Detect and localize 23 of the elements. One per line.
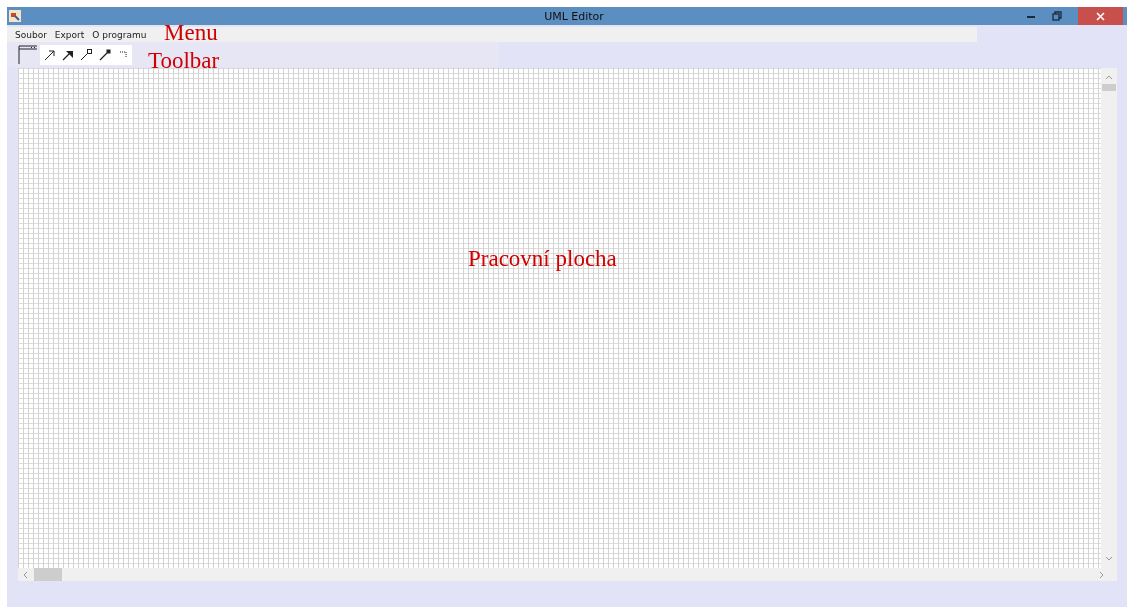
hollow-square-line-icon[interactable] <box>80 48 93 61</box>
close-icon <box>1096 11 1105 21</box>
filled-arrow-icon[interactable] <box>62 48 74 61</box>
scroll-right-icon[interactable] <box>1099 570 1105 579</box>
grid-canvas[interactable] <box>18 68 1101 568</box>
scroll-up-icon[interactable] <box>1105 74 1113 80</box>
filled-square-line-icon[interactable] <box>99 48 112 61</box>
window-title: UML Editor <box>543 9 605 23</box>
menu-item[interactable]: Export <box>54 29 85 40</box>
menu-item[interactable]: O programu <box>92 29 147 40</box>
annotation-label: Menu <box>164 21 218 44</box>
arrow-icon[interactable] <box>44 48 56 61</box>
scroll-down-icon[interactable] <box>1105 556 1113 562</box>
app-icon <box>9 10 21 22</box>
class-box-icon[interactable] <box>18 45 38 64</box>
menu-item[interactable]: Soubor <box>15 29 47 40</box>
vertical-scrollbar[interactable] <box>1101 68 1117 568</box>
close-button[interactable] <box>1078 7 1123 25</box>
scroll-left-icon[interactable] <box>22 570 28 579</box>
restore-icon[interactable] <box>1052 11 1062 21</box>
annotation-label: Toolbar <box>148 49 220 72</box>
annotation-label: Pracovní plocha <box>468 247 617 270</box>
horizontal-scrollbar[interactable] <box>18 568 1117 581</box>
